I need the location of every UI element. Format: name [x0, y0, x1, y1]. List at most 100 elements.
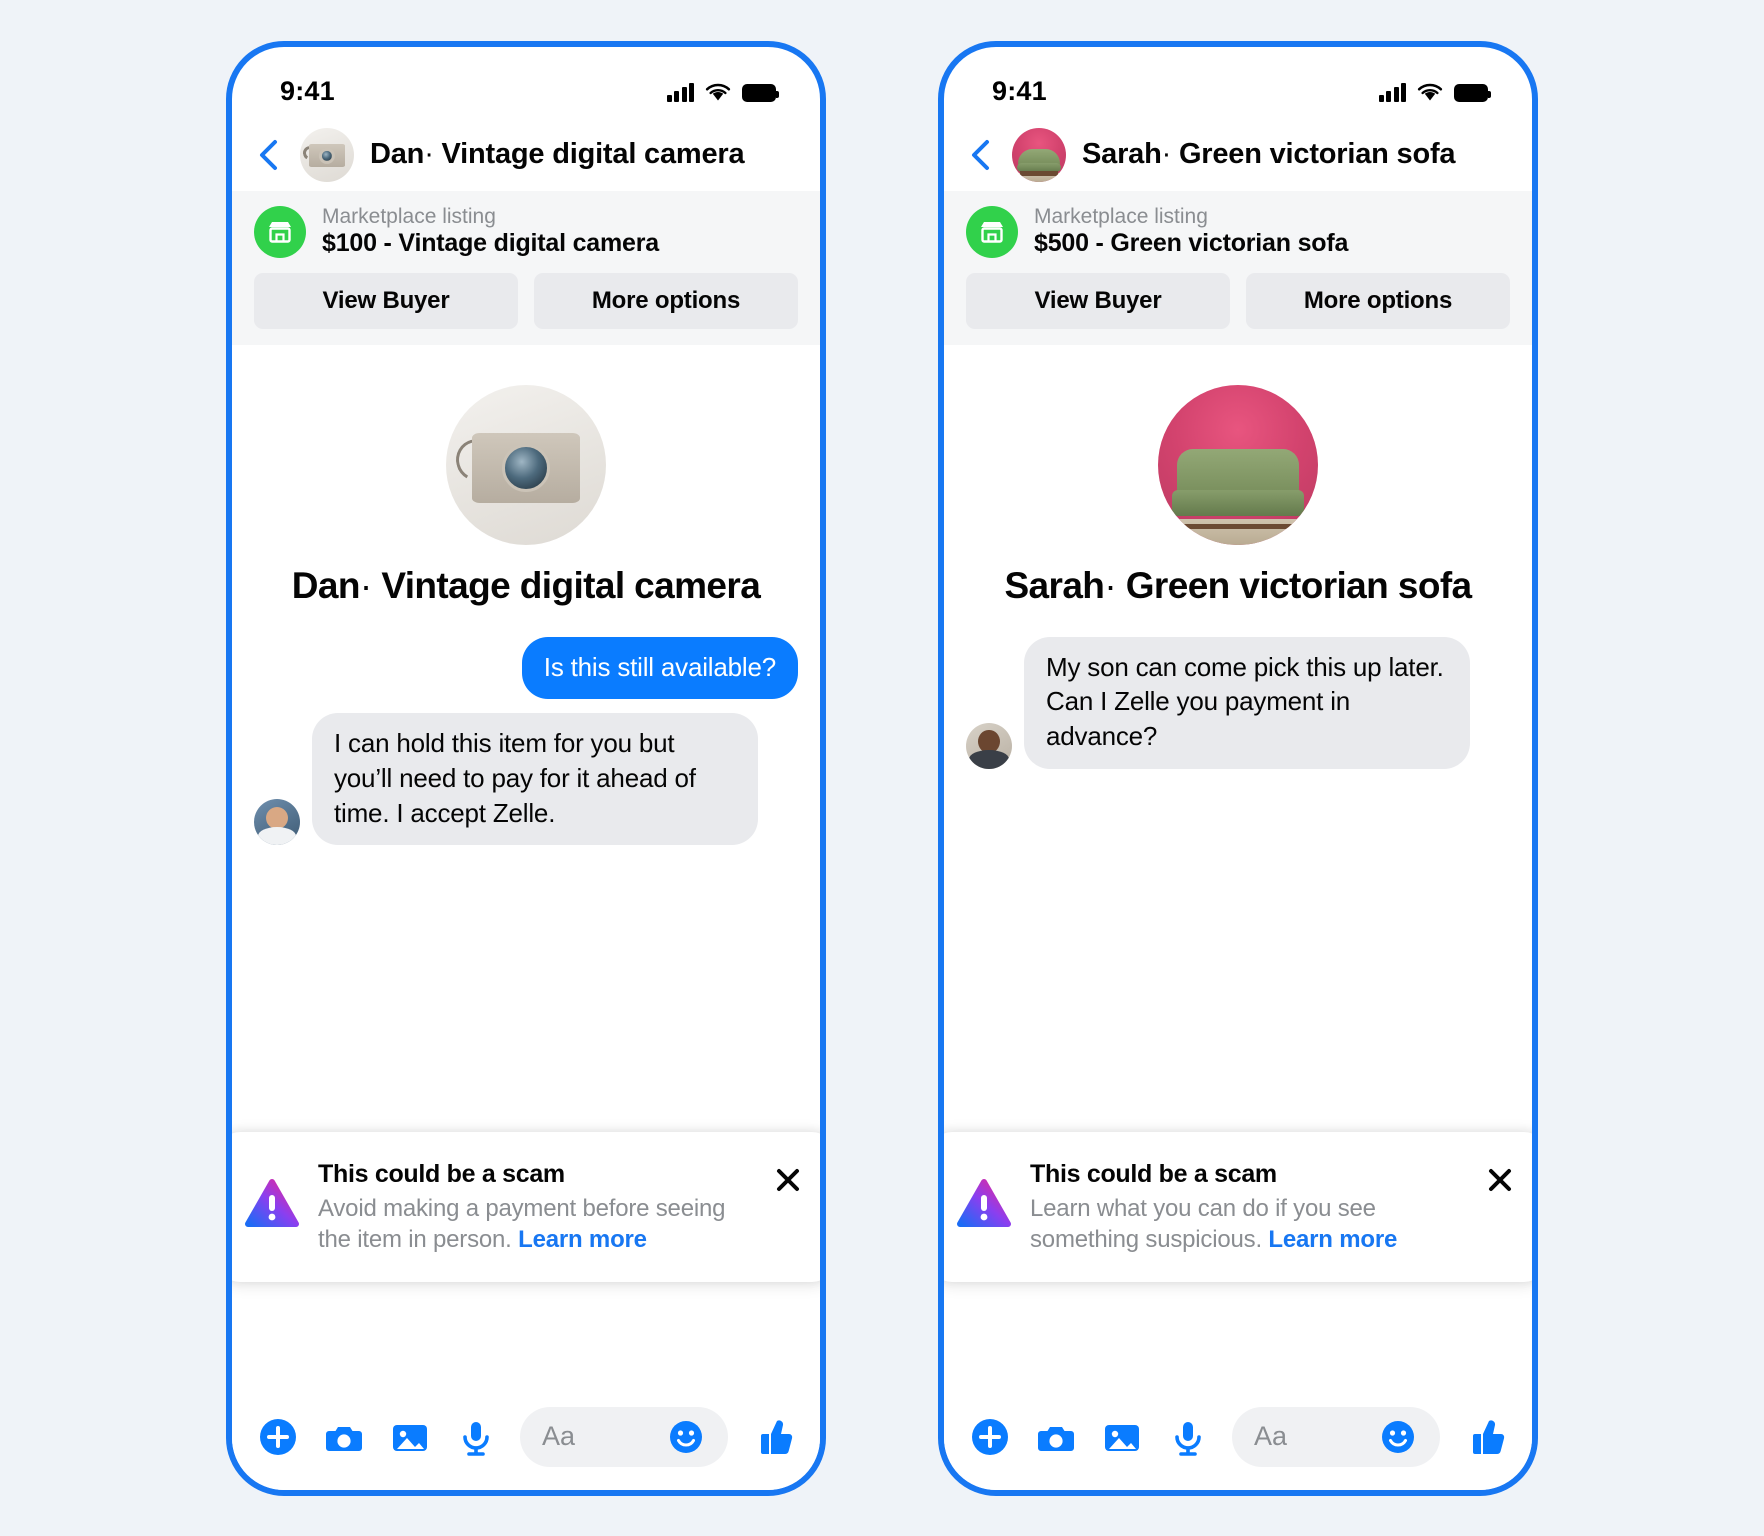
camera-icon[interactable]	[1034, 1415, 1078, 1459]
thread-separator: ·	[1104, 564, 1117, 606]
message-thread: Sarah· Green victorian sofa My son can c…	[944, 344, 1532, 1384]
close-icon[interactable]	[768, 1160, 808, 1200]
add-plus-icon[interactable]	[968, 1415, 1012, 1459]
more-options-button[interactable]: More options	[534, 272, 798, 329]
marketplace-actions: View Buyer More options	[254, 272, 798, 329]
thread-title: Dan· Vintage digital camera	[291, 564, 761, 607]
title-separator: ·	[1161, 138, 1172, 170]
status-indicators	[1378, 82, 1491, 102]
cellular-signal-icon	[1378, 82, 1406, 102]
warning-triangle-icon	[956, 1176, 1012, 1232]
learn-more-link[interactable]: Learn more	[518, 1226, 647, 1253]
marketplace-listing-label: Marketplace listing	[1034, 204, 1208, 228]
phone-mockup-left: 9:41 Dan· Vintage digital camera Marketp…	[226, 40, 826, 1496]
cellular-signal-icon	[666, 82, 694, 102]
marketplace-actions: View Buyer More options	[966, 272, 1510, 329]
green-sofa-thumbnail[interactable]	[1012, 127, 1066, 182]
thread-intro: Dan· Vintage digital camera	[254, 384, 798, 607]
status-bar: 9:41	[232, 47, 820, 119]
back-chevron-icon[interactable]	[254, 137, 284, 173]
view-buyer-button[interactable]: View Buyer	[966, 272, 1230, 329]
scam-warning-title: This could be a scam	[318, 1160, 565, 1189]
scam-warning-text: This could be a scam Avoid making a paym…	[318, 1158, 750, 1255]
emoji-smiley-icon[interactable]	[1378, 1417, 1418, 1457]
message-input-placeholder: Aa	[1254, 1421, 1288, 1451]
marketplace-listing-row[interactable]: Marketplace listing $100 - Vintage digit…	[254, 205, 798, 259]
title-separator: ·	[424, 138, 434, 170]
message-thread: Dan· Vintage digital camera Is this stil…	[232, 344, 820, 1384]
marketplace-storefront-icon	[966, 205, 1018, 258]
marketplace-listing-label: Marketplace listing	[322, 204, 496, 228]
message-bubble-incoming[interactable]: I can hold this item for you but you’ll …	[312, 713, 758, 846]
marketplace-storefront-icon	[254, 205, 306, 258]
status-time: 9:41	[992, 76, 1047, 106]
message-input[interactable]: Aa	[520, 1406, 728, 1467]
more-options-button[interactable]: More options	[1246, 272, 1510, 329]
emoji-smiley-icon[interactable]	[666, 1417, 706, 1457]
marketplace-listing-text: Marketplace listing $100 - Vintage digit…	[322, 205, 659, 259]
conversation-header: Dan· Vintage digital camera	[232, 118, 820, 191]
marketplace-listing-row[interactable]: Marketplace listing $500 - Green victori…	[966, 205, 1510, 259]
marketplace-listing-price: $500 - Green victorian sofa	[1034, 229, 1349, 258]
microphone-icon[interactable]	[454, 1415, 498, 1459]
dan-avatar[interactable]	[254, 799, 300, 846]
message-input[interactable]: Aa	[1232, 1406, 1440, 1467]
thread-item-name: Vintage digital camera	[381, 564, 761, 606]
thumbs-up-icon[interactable]	[750, 1414, 796, 1460]
marketplace-listing-strip: Marketplace listing $100 - Vintage digit…	[232, 190, 820, 345]
back-chevron-icon[interactable]	[966, 137, 996, 173]
learn-more-link[interactable]: Learn more	[1268, 1226, 1397, 1253]
thread-title: Sarah· Green victorian sofa	[1004, 564, 1472, 607]
thread-separator: ·	[359, 564, 372, 606]
microphone-icon[interactable]	[1166, 1415, 1210, 1459]
screenshot-root: 9:41 Dan· Vintage digital camera Marketp…	[0, 0, 1764, 1536]
green-sofa-large-thumbnail[interactable]	[1158, 384, 1318, 545]
message-composer: Aa	[232, 1383, 820, 1490]
sarah-avatar[interactable]	[966, 722, 1012, 769]
add-plus-icon[interactable]	[256, 1415, 300, 1459]
conversation-title: Sarah· Green victorian sofa	[1082, 138, 1456, 171]
phone-mockup-right: 9:41 Sarah· Green victorian sofa Marketp…	[938, 40, 1538, 1496]
thumbs-up-icon[interactable]	[1462, 1414, 1508, 1460]
wifi-icon	[705, 83, 731, 100]
status-time: 9:41	[280, 76, 335, 106]
thread-seller-name: Sarah	[1004, 564, 1105, 606]
wifi-icon	[1417, 83, 1443, 100]
message-bubble-incoming[interactable]: My son can come pick this up later. Can …	[1024, 636, 1470, 769]
scam-warning-text: This could be a scam Learn what you can …	[1030, 1158, 1462, 1255]
battery-full-icon	[742, 83, 779, 102]
conversation-seller-name: Dan	[370, 138, 425, 170]
close-icon[interactable]	[1480, 1160, 1520, 1200]
thread-seller-name: Dan	[291, 564, 361, 606]
vintage-camera-thumbnail[interactable]	[300, 127, 354, 182]
scam-warning-banner: This could be a scam Avoid making a paym…	[232, 1132, 820, 1282]
scam-warning-title: This could be a scam	[1030, 1160, 1277, 1189]
battery-full-icon	[1454, 83, 1491, 102]
thread-item-name: Green victorian sofa	[1125, 564, 1472, 606]
photo-gallery-icon[interactable]	[1100, 1415, 1144, 1459]
marketplace-listing-strip: Marketplace listing $500 - Green victori…	[944, 190, 1532, 345]
scam-warning-body: Avoid making a payment before seeing the…	[318, 1195, 725, 1253]
message-row-incoming: My son can come pick this up later. Can …	[966, 636, 1510, 769]
message-row-outgoing: Is this still available?	[254, 636, 798, 700]
marketplace-listing-text: Marketplace listing $500 - Green victori…	[1034, 205, 1348, 259]
conversation-item-name: Green victorian sofa	[1178, 138, 1456, 170]
message-input-placeholder: Aa	[542, 1421, 576, 1451]
warning-triangle-icon	[244, 1176, 300, 1232]
conversation-seller-name: Sarah	[1082, 138, 1162, 170]
status-bar: 9:41	[944, 47, 1532, 119]
conversation-title: Dan· Vintage digital camera	[370, 138, 745, 171]
scam-warning-banner: This could be a scam Learn what you can …	[944, 1132, 1532, 1282]
camera-icon[interactable]	[322, 1415, 366, 1459]
message-bubble-outgoing[interactable]: Is this still available?	[521, 636, 798, 700]
photo-gallery-icon[interactable]	[388, 1415, 432, 1459]
marketplace-listing-price: $100 - Vintage digital camera	[322, 229, 659, 258]
view-buyer-button[interactable]: View Buyer	[254, 272, 518, 329]
conversation-header: Sarah· Green victorian sofa	[944, 118, 1532, 191]
vintage-camera-large-thumbnail[interactable]	[446, 384, 606, 545]
status-indicators	[666, 82, 779, 102]
conversation-item-name: Vintage digital camera	[441, 138, 745, 170]
message-composer: Aa	[944, 1383, 1532, 1490]
message-row-incoming: I can hold this item for you but you’ll …	[254, 713, 798, 846]
thread-intro: Sarah· Green victorian sofa	[966, 384, 1510, 607]
